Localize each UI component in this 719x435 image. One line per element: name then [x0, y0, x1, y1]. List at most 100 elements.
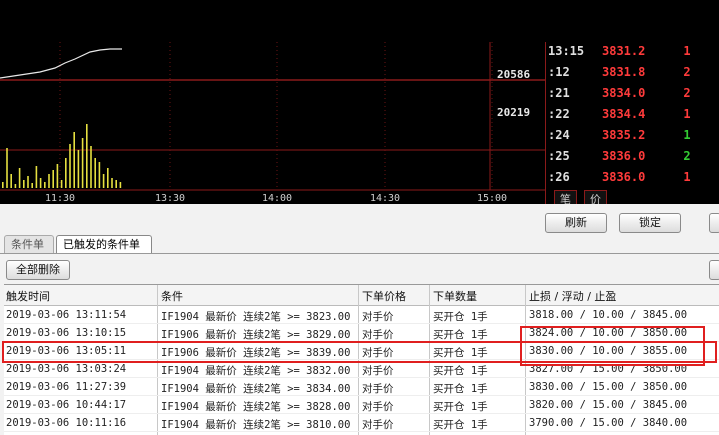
volume-bar	[27, 176, 29, 188]
tab-divider	[0, 253, 719, 254]
tick-list-panel: 13:15 3831.2 1 :12 3831.8 2 :21 3834.0 2…	[545, 42, 719, 206]
table-row[interactable]: 2019-03-06 10:11:16 IF1904 最新价 连续2笔 >= 3…	[4, 414, 719, 432]
cell-condition: IF1904 最新价 连续2笔 >= 3810.00	[161, 419, 351, 431]
highlight-values-box	[520, 326, 705, 366]
tick-view-tabs: 笔 价	[546, 190, 719, 206]
price-axis-label-lower: 20219	[497, 106, 531, 119]
cell-order-qty: 买开仓 1手	[433, 401, 488, 413]
volume-bar	[94, 158, 96, 188]
table-row[interactable]: 2019-03-06 11:27:39 IF1904 最新价 连续2笔 >= 3…	[4, 378, 719, 396]
table-row[interactable]: 2019-03-06 13:11:54 IF1904 最新价 连续2笔 >= 3…	[4, 306, 719, 324]
table-header: 触发时间 条件 下单价格 下单数量 止损 / 浮动 / 止盈	[4, 285, 719, 306]
time-axis-label: 11:30	[45, 193, 75, 204]
volume-bar	[102, 174, 105, 188]
cell-order-price: 对手价	[362, 365, 394, 377]
cell-order-price: 对手价	[362, 311, 394, 323]
volume-bar	[77, 150, 80, 188]
time-axis-label: 14:30	[370, 193, 400, 204]
tick-time: :22	[548, 107, 570, 121]
tick-row: :24 3835.2 1	[546, 126, 719, 147]
volume-bar	[52, 170, 54, 188]
tick-time: :21	[548, 86, 570, 100]
cell-order-price: 对手价	[362, 329, 394, 341]
tick-volume: 2	[683, 86, 691, 100]
tick-row: :25 3836.0 2	[546, 147, 719, 168]
volume-bar	[23, 180, 25, 188]
cell-condition: IF1904 最新价 连续2笔 >= 3834.00	[161, 383, 351, 395]
cell-sl-trail-tp: 3790.00 / 15.00 / 3840.00	[529, 417, 688, 429]
tick-volume: 1	[683, 107, 691, 121]
tick-volume: 2	[683, 65, 691, 79]
tab-triggered-orders[interactable]: 已触发的条件单	[56, 235, 152, 254]
volume-bar	[60, 180, 63, 188]
volume-bar	[73, 132, 75, 188]
cell-condition: IF1906 最新价 连续2笔 >= 3829.00	[161, 329, 351, 341]
volume-bar	[6, 148, 8, 188]
header-sl-trail-tp[interactable]: 止损 / 浮动 / 止盈	[529, 288, 616, 304]
cell-trigger-time: 2019-03-06 13:03:24	[6, 363, 127, 375]
cell-sl-trail-tp: 3830.00 / 15.00 / 3850.00	[529, 381, 688, 393]
tick-price: 3836.0	[602, 170, 646, 184]
volume-bar	[119, 182, 122, 188]
cell-sl-trail-tp: 3818.00 / 10.00 / 3845.00	[529, 309, 688, 321]
cell-trigger-time: 2019-03-06 10:11:16	[6, 417, 127, 429]
header-order-qty[interactable]: 下单数量	[433, 288, 477, 304]
tick-time: 13:15	[548, 44, 585, 58]
cell-sl-trail-tp: 3820.00 / 15.00 / 3845.00	[529, 399, 688, 411]
tick-time: :24	[548, 128, 570, 142]
cell-condition: IF1904 最新价 连续2笔 >= 3828.00	[161, 401, 351, 413]
tick-time: :12	[548, 65, 570, 79]
volume-bar	[2, 182, 4, 188]
cell-order-qty: 买开仓 1手	[433, 383, 488, 395]
volume-bar	[44, 182, 46, 188]
panel-edge-button[interactable]	[709, 213, 719, 233]
volume-bar	[86, 124, 88, 188]
cell-order-price: 对手价	[362, 383, 394, 395]
tick-price: 3834.0	[602, 86, 646, 100]
lock-button[interactable]: 锁定	[619, 213, 681, 233]
tick-volume: 2	[683, 149, 691, 163]
refresh-button[interactable]: 刷新	[545, 213, 607, 233]
volume-bar	[115, 180, 117, 188]
tick-price: 3831.2	[602, 44, 646, 58]
intraday-chart: 11:30 13:30 14:00 14:30 15:00 20586 20219	[0, 42, 545, 204]
cell-order-qty: 买开仓 1手	[433, 419, 488, 431]
cell-order-price: 对手价	[362, 401, 394, 413]
time-axis-label: 15:00	[477, 193, 507, 204]
header-condition[interactable]: 条件	[161, 288, 183, 304]
volume-bar	[90, 146, 92, 188]
cell-trigger-time: 2019-03-06 13:11:54	[6, 309, 127, 321]
volume-bar	[98, 162, 101, 188]
tab-condition-orders[interactable]: 条件单	[4, 235, 54, 254]
tick-row: :21 3834.0 2	[546, 84, 719, 105]
cell-order-qty: 买开仓 1手	[433, 365, 488, 377]
tick-time: :25	[548, 149, 570, 163]
tick-price: 3836.0	[602, 149, 646, 163]
price-line	[0, 48, 122, 79]
tab-tick-by-price[interactable]: 价	[584, 190, 607, 206]
delete-all-button[interactable]: 全部删除	[6, 260, 70, 280]
tab-tick-by-trade[interactable]: 笔	[554, 190, 577, 206]
volume-bar	[14, 184, 17, 188]
condition-order-panel: 刷新 锁定 条件单 已触发的条件单 全部删除 触发时间 条件 下单价格 下单数量…	[0, 204, 719, 435]
cell-condition: IF1904 最新价 连续2笔 >= 3832.00	[161, 365, 351, 377]
time-axis-label: 14:00	[262, 193, 292, 204]
header-trigger-time[interactable]: 触发时间	[6, 288, 50, 304]
cell-trigger-time: 2019-03-06 10:44:17	[6, 399, 127, 411]
panel-edge-button-lower[interactable]	[709, 260, 719, 280]
tick-price: 3831.8	[602, 65, 646, 79]
cell-order-price: 对手价	[362, 419, 394, 431]
tick-row: :26 3836.0 1	[546, 168, 719, 189]
tick-price: 3834.4	[602, 107, 646, 121]
cell-order-qty: 买开仓 1手	[433, 311, 488, 323]
volume-bar	[48, 174, 50, 188]
table-row[interactable]: 2019-03-06 10:44:17 IF1904 最新价 连续2笔 >= 3…	[4, 396, 719, 414]
cell-trigger-time: 2019-03-06 13:10:15	[6, 327, 127, 339]
volume-bar	[10, 174, 12, 188]
tick-row: :12 3831.8 2	[546, 63, 719, 84]
volume-bar	[69, 144, 71, 188]
header-order-price[interactable]: 下单价格	[362, 288, 406, 304]
tick-price: 3835.2	[602, 128, 646, 142]
tick-time: :26	[548, 170, 570, 184]
tick-volume: 1	[683, 170, 691, 184]
